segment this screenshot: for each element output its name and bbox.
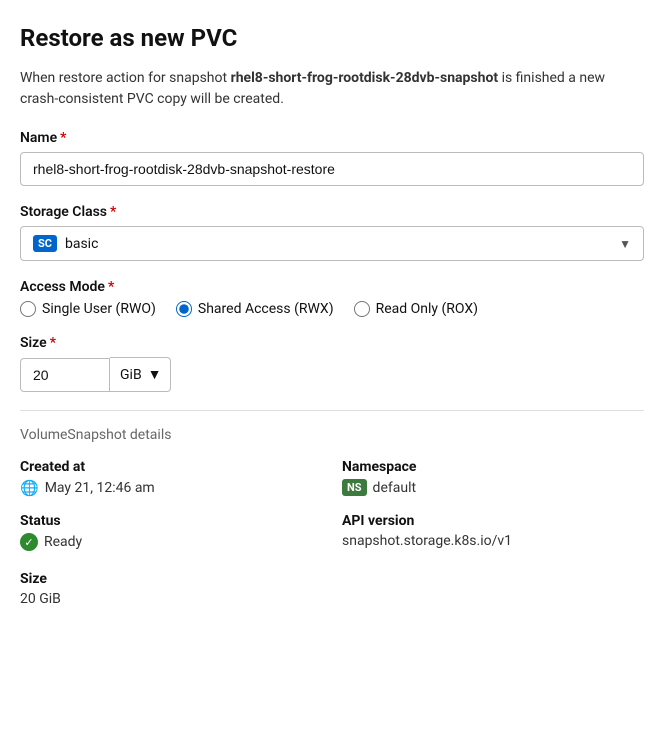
status-ready-icon: ✓ xyxy=(20,533,38,551)
size-field-group: Size * GiB ▼ xyxy=(20,335,644,392)
size-detail-value: 20 GiB xyxy=(20,591,322,607)
storage-class-required-star: * xyxy=(110,204,116,220)
storage-class-label: Storage Class * xyxy=(20,204,644,220)
created-at-item: Created at 🌐 May 21, 12:46 am xyxy=(20,459,322,497)
storage-class-field-group: Storage Class * SC basic ▼ xyxy=(20,204,644,261)
ns-badge: NS xyxy=(342,479,367,496)
storage-class-select[interactable]: SC basic ▼ xyxy=(20,226,644,261)
size-row: GiB ▼ xyxy=(20,357,644,392)
radio-rox[interactable] xyxy=(354,301,370,317)
radio-label-rox[interactable]: Read Only (ROX) xyxy=(354,301,478,317)
api-version-item: API version snapshot.storage.k8s.io/v1 xyxy=(342,513,644,551)
radio-label-rwo[interactable]: Single User (RWO) xyxy=(20,301,156,317)
radio-rwo[interactable] xyxy=(20,301,36,317)
snapshot-name-highlight: rhel8-short-frog-rootdisk-28dvb-snapshot xyxy=(231,70,499,86)
globe-icon: 🌐 xyxy=(20,479,39,497)
radio-label-rwx[interactable]: Shared Access (RWX) xyxy=(176,301,334,317)
size-required-star: * xyxy=(50,335,56,351)
size-unit-value: GiB xyxy=(120,367,142,383)
size-detail-label: Size xyxy=(20,571,322,587)
status-item: Status ✓ Ready xyxy=(20,513,322,551)
radio-rwo-label: Single User (RWO) xyxy=(42,301,156,317)
radio-rwx[interactable] xyxy=(176,301,192,317)
name-input[interactable] xyxy=(20,152,644,186)
size-input[interactable] xyxy=(20,358,110,392)
name-required-star: * xyxy=(60,130,66,146)
name-field-group: Name * xyxy=(20,130,644,186)
page-title: Restore as new PVC xyxy=(20,24,644,52)
section-divider xyxy=(20,410,644,411)
sc-badge: SC xyxy=(33,235,57,252)
size-label: Size * xyxy=(20,335,644,351)
name-label: Name * xyxy=(20,130,644,146)
api-version-label: API version xyxy=(342,513,644,529)
status-label: Status xyxy=(20,513,322,529)
chevron-down-icon: ▼ xyxy=(619,237,631,251)
access-mode-field-group: Access Mode * Single User (RWO) Shared A… xyxy=(20,279,644,317)
details-grid: Created at 🌐 May 21, 12:46 am Namespace … xyxy=(20,459,644,607)
radio-rox-label: Read Only (ROX) xyxy=(376,301,478,317)
api-version-value: snapshot.storage.k8s.io/v1 xyxy=(342,533,644,549)
access-mode-label: Access Mode * xyxy=(20,279,644,295)
access-mode-radio-group: Single User (RWO) Shared Access (RWX) Re… xyxy=(20,301,644,317)
created-at-label: Created at xyxy=(20,459,322,475)
storage-class-value: basic xyxy=(65,236,619,252)
namespace-label: Namespace xyxy=(342,459,644,475)
size-detail-item: Size 20 GiB xyxy=(20,571,322,607)
description-prefix: When restore action for snapshot xyxy=(20,70,231,86)
created-at-value: 🌐 May 21, 12:46 am xyxy=(20,479,322,497)
size-unit-chevron-icon: ▼ xyxy=(148,366,162,383)
page-description: When restore action for snapshot rhel8-s… xyxy=(20,68,644,110)
namespace-value: NS default xyxy=(342,479,644,496)
details-section-title: VolumeSnapshot details xyxy=(20,427,644,443)
namespace-item: Namespace NS default xyxy=(342,459,644,497)
radio-rwx-label: Shared Access (RWX) xyxy=(198,301,334,317)
size-unit-select[interactable]: GiB ▼ xyxy=(110,357,171,392)
status-value: ✓ Ready xyxy=(20,533,322,551)
access-mode-required-star: * xyxy=(108,279,114,295)
